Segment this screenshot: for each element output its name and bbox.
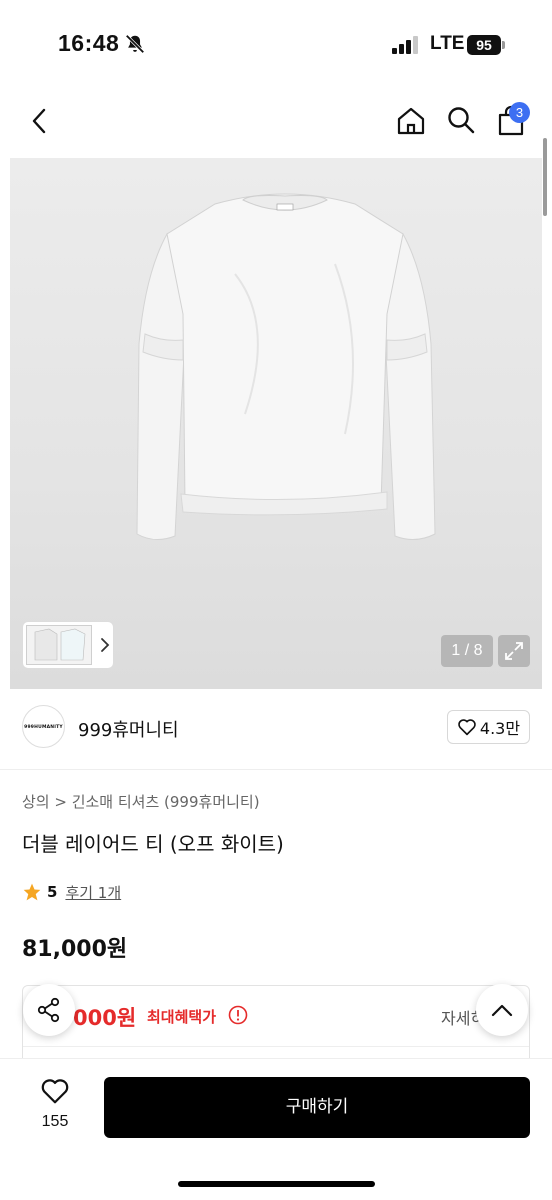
brand-logo[interactable]: 999HUMANITY [22,705,65,748]
bottom-action-bar: 155 구매하기 [0,1058,552,1200]
search-button[interactable] [443,102,479,138]
status-time: 16:48 [58,30,120,56]
image-page-counter: 1 / 8 [441,635,493,667]
product-title: 더블 레이어드 티 (오프 화이트) [22,832,284,856]
network-label: LTE [430,33,465,54]
scrollbar[interactable] [543,138,547,216]
star-icon [23,883,41,901]
benefit-price: 000원 [73,1006,137,1030]
status-bar: 16:48 LTE 95 [0,0,552,90]
review-link[interactable]: 후기 1개 [65,882,121,903]
rating-row: 5 후기 1개 [22,880,121,904]
home-indicator [178,1181,375,1187]
battery-icon: 95 [467,35,505,55]
scroll-top-button[interactable] [476,984,528,1036]
benefit-label: 최대혜택가 [147,1008,217,1026]
chevron-right-icon[interactable] [98,636,112,654]
benefit-box[interactable]: 000원 최대혜택가 자세히 [22,985,530,1065]
bell-muted-icon [125,34,145,54]
top-nav [0,95,552,151]
back-button[interactable] [22,103,58,139]
expand-image-button[interactable] [498,635,530,667]
signal-icon [392,36,418,54]
rating-score: 5 [47,883,58,901]
chevron-up-icon [491,1004,513,1017]
heart-icon [41,1079,69,1104]
thumbnail-strip[interactable] [22,621,114,669]
product-price: 81,000원 [22,937,128,962]
expand-icon [505,642,523,660]
home-button[interactable] [393,103,429,139]
search-icon [448,107,475,134]
divider [23,1046,529,1047]
product-image-gallery[interactable]: 1 / 8 [10,158,542,689]
info-icon[interactable] [228,1005,248,1025]
wishlist-button[interactable]: 155 [30,1077,80,1137]
home-icon [397,107,425,135]
share-button[interactable] [23,984,75,1036]
wishlist-count: 155 [41,1113,69,1130]
brand-name[interactable]: 999휴머니티 [78,716,179,742]
brand-like-count: 4.3만 [479,719,521,738]
battery-level: 95 [467,35,501,55]
share-icon [37,997,60,1023]
cart-count-badge: 3 [509,102,530,123]
buy-button[interactable]: 구매하기 [104,1077,530,1138]
product-image [136,193,436,540]
brand-like-button[interactable]: 4.3만 [447,710,530,744]
heart-icon [458,719,476,736]
breadcrumb[interactable]: 상의 > 긴소매 티셔츠 (999휴머니티) [22,791,260,812]
chevron-left-icon [32,108,46,134]
brand-row[interactable]: 999HUMANITY 999휴머니티 4.3만 [0,690,552,770]
thumbnail-image[interactable] [26,625,92,665]
